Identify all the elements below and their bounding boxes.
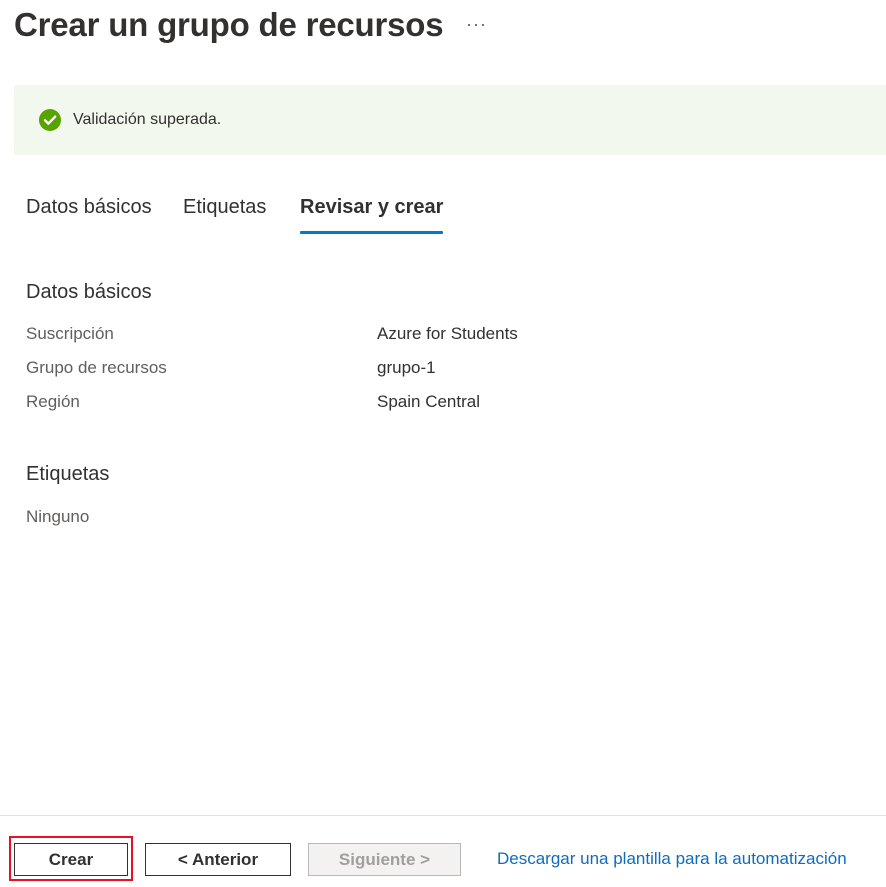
resource-group-label: Grupo de recursos <box>26 358 167 377</box>
footer-divider <box>0 815 886 816</box>
region-value: Spain Central <box>377 392 481 411</box>
tab-review-create[interactable]: Revisar y crear <box>300 196 444 234</box>
basics-heading: Datos básicos <box>26 281 152 303</box>
subscription-label: Suscripción <box>26 324 114 343</box>
tags-value: Ninguno <box>26 507 90 526</box>
check-circle-icon <box>39 109 61 131</box>
validation-message: Validación superada. <box>73 111 222 128</box>
page-title: Crear un grupo de recursos <box>14 6 444 43</box>
tab-basics[interactable]: Datos básicos <box>26 196 152 219</box>
next-button: Siguiente > <box>308 843 461 876</box>
subscription-value: Azure for Students <box>377 324 518 343</box>
previous-button[interactable]: < Anterior <box>145 843 291 876</box>
download-template-link[interactable]: Descargar una plantilla para la automati… <box>497 849 847 869</box>
more-options-button[interactable]: ··· <box>466 14 487 35</box>
tab-tags[interactable]: Etiquetas <box>183 196 266 219</box>
validation-banner: Validación superada. <box>14 85 886 155</box>
tags-heading: Etiquetas <box>26 463 110 485</box>
create-button[interactable]: Crear <box>14 843 128 876</box>
region-label: Región <box>26 392 80 411</box>
resource-group-value: grupo-1 <box>377 358 436 377</box>
